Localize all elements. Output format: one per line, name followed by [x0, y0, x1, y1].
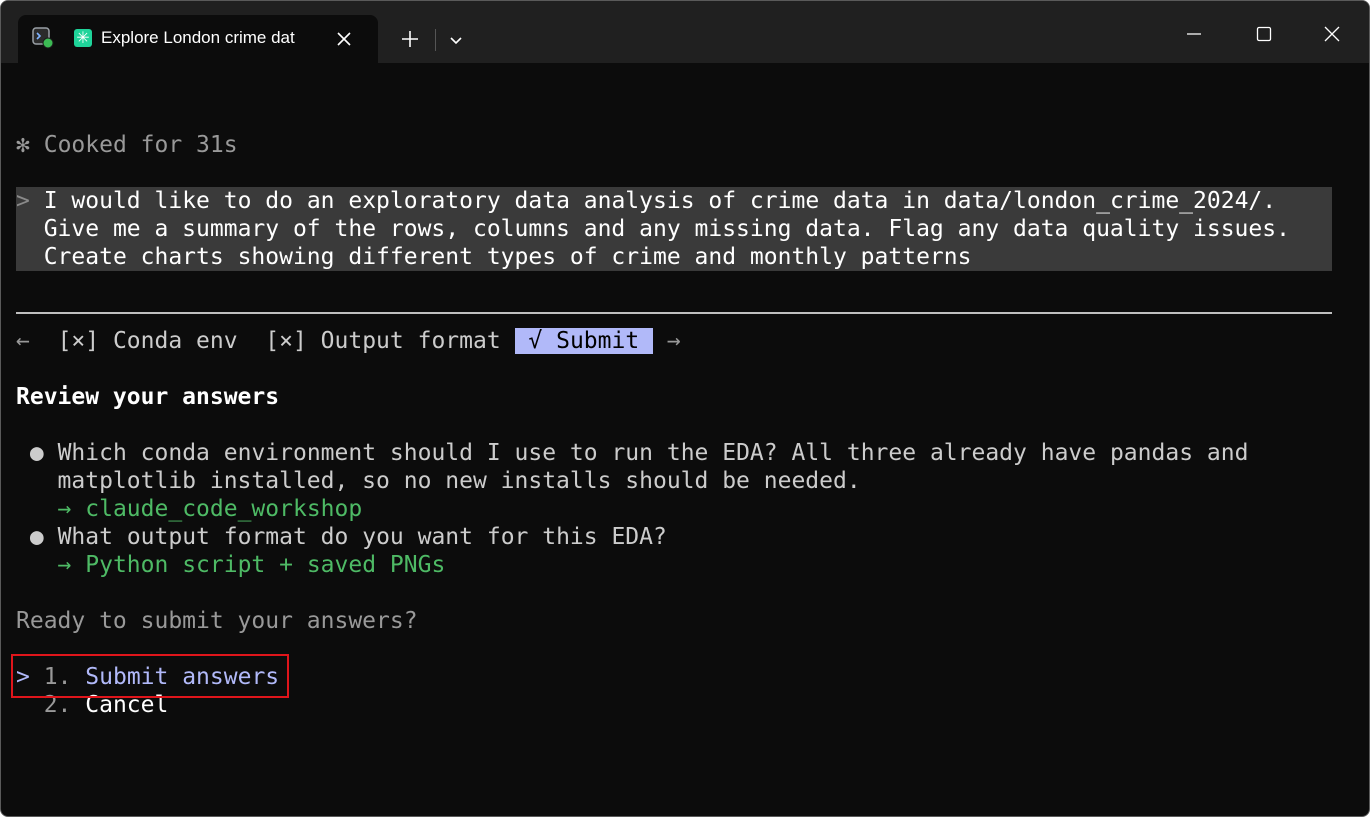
question-text: Which conda environment should I use to … — [57, 440, 1249, 466]
answer-text: Python script + saved PNGs — [85, 552, 446, 578]
spinner-icon: ✻ — [16, 132, 30, 158]
terminal-window: ✳ Explore London crime dat ✻ Cooked for … — [0, 0, 1370, 817]
tab-title: Explore London crime dat — [101, 28, 295, 47]
prompt-line: > I would like to do an exploratory data… — [16, 187, 1276, 215]
terminal-app-icon — [32, 27, 54, 49]
terminal-output[interactable]: ✻ Cooked for 31s > I would like to do an… — [1, 63, 1369, 816]
close-icon[interactable] — [334, 29, 354, 49]
question-text: What output format do you want for this … — [57, 524, 667, 550]
minimize-icon[interactable] — [1179, 19, 1209, 49]
nav-next-arrow[interactable]: → — [667, 328, 681, 354]
prompt-text: I would like to do an exploratory data a… — [43, 188, 1277, 214]
title-bar: ✳ Explore London crime dat — [1, 1, 1369, 63]
chevron-down-icon[interactable] — [447, 31, 465, 49]
prompt-text: Give me a summary of the rows, columns a… — [43, 216, 1290, 242]
maximize-icon[interactable] — [1249, 19, 1279, 49]
arrow-right-icon: → — [57, 552, 72, 578]
answer-item: → claude_code_workshop — [16, 495, 363, 523]
answer-text: claude_code_workshop — [85, 496, 363, 522]
prompt-marker: > — [16, 188, 30, 214]
close-icon[interactable] — [1317, 19, 1347, 49]
tab-explore-london-crime[interactable]: ✳ Explore London crime dat — [18, 15, 378, 63]
answer-item: → Python script + saved PNGs — [16, 551, 446, 579]
nav-step-conda-env[interactable]: [×] Conda env — [58, 328, 238, 354]
prompt-line: Create charts showing different types of… — [16, 243, 972, 271]
tab-separator — [435, 29, 436, 51]
nav-step-output-format[interactable]: [×] Output format — [265, 328, 500, 354]
status-text: Cooked for 31s — [43, 132, 238, 158]
status-line: ✻ Cooked for 31s — [16, 131, 238, 159]
question-item: ● What output format do you want for thi… — [16, 523, 667, 551]
user-prompt: > I would like to do an exploratory data… — [16, 187, 1332, 271]
question-item: matplotlib installed, so no new installs… — [16, 467, 861, 495]
question-item: ● Which conda environment should I use t… — [16, 439, 1249, 467]
divider — [16, 312, 1332, 314]
bullet-icon: ● — [29, 524, 44, 550]
step-nav: ← [×] Conda env [×] Output format √ Subm… — [16, 327, 681, 355]
nav-step-submit[interactable]: √ Submit — [514, 328, 654, 354]
prompt-text: Create charts showing different types of… — [43, 244, 972, 270]
claude-asterisk-icon: ✳ — [74, 29, 92, 47]
confirm-question: Ready to submit your answers? — [16, 608, 418, 634]
plus-icon[interactable] — [399, 28, 421, 50]
prompt-line: Give me a summary of the rows, columns a… — [16, 215, 1290, 243]
highlight-box — [11, 654, 289, 698]
bullet-icon: ● — [29, 440, 44, 466]
nav-prev-arrow[interactable]: ← — [16, 328, 30, 354]
question-text: matplotlib installed, so no new installs… — [57, 468, 861, 494]
review-heading: Review your answers — [16, 384, 280, 410]
arrow-right-icon: → — [57, 496, 72, 522]
